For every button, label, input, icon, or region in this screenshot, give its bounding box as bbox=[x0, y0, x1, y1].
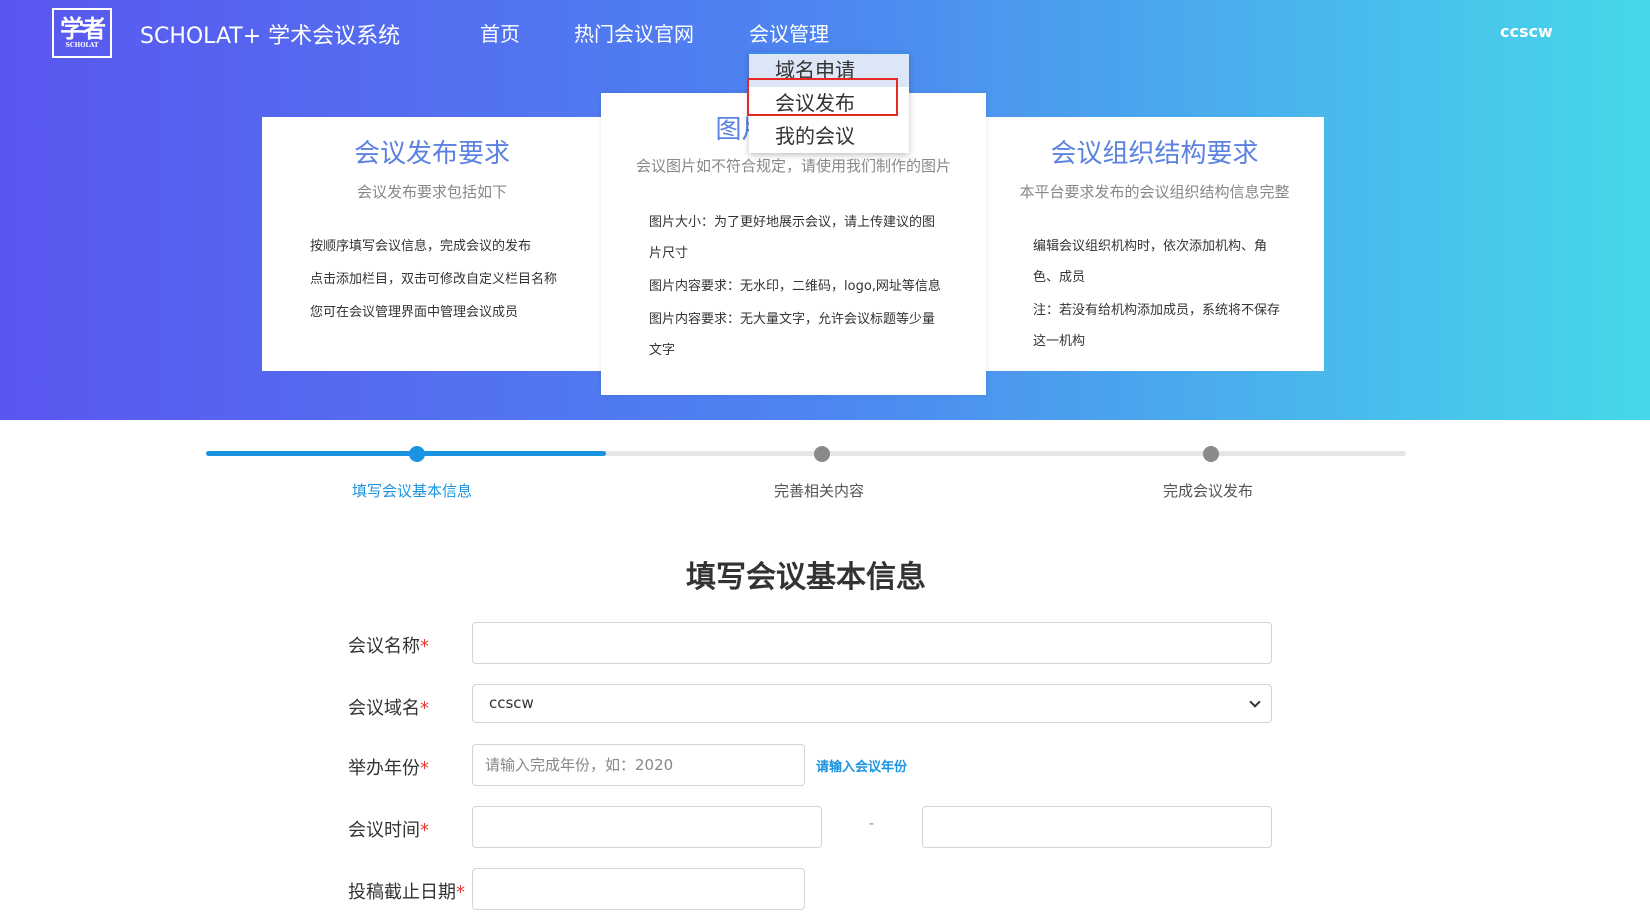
step-label-publish: 完成会议发布 bbox=[1163, 482, 1254, 500]
card-line: 色、成员 bbox=[1033, 270, 1086, 285]
required-mark: * bbox=[420, 636, 429, 657]
card-subtitle: 会议发布要求包括如下 bbox=[356, 183, 507, 201]
logo-glyph: 学者 bbox=[60, 15, 106, 43]
time-label: 会议时间* bbox=[348, 816, 429, 842]
deadline-label: 投稿截止日期* bbox=[348, 878, 465, 904]
deadline-input[interactable] bbox=[472, 868, 805, 910]
card-line: 编辑会议组织机构时，依次添加机构、角 bbox=[1033, 239, 1268, 254]
required-mark: * bbox=[456, 882, 465, 903]
progress-fill bbox=[206, 451, 606, 456]
conference-domain-select[interactable]: ccscw bbox=[472, 684, 1272, 723]
card-subtitle: 本平台要求发布的会议组织结构信息完整 bbox=[1019, 183, 1290, 201]
card-line: 注：若没有给机构添加成员，系统将不保存 bbox=[1033, 303, 1281, 318]
card-title: 会议发布要求 bbox=[353, 139, 510, 169]
conference-name-input[interactable] bbox=[472, 622, 1272, 664]
step-label-content: 完善相关内容 bbox=[774, 482, 865, 500]
required-mark: * bbox=[420, 698, 429, 719]
card-line: 按顺序填写会议信息，完成会议的发布 bbox=[310, 239, 532, 254]
start-date-input[interactable] bbox=[472, 806, 822, 848]
card-line: 图片内容要求：无水印，二维码，logo,网址等信息 bbox=[649, 279, 941, 294]
end-date-input[interactable] bbox=[922, 806, 1272, 848]
year-label: 举办年份* bbox=[348, 754, 429, 780]
required-mark: * bbox=[420, 758, 429, 779]
nav-home[interactable]: 首页 bbox=[480, 18, 520, 46]
menu-item-my-conferences[interactable]: 我的会议 bbox=[749, 120, 909, 153]
label-text: 会议域名 bbox=[348, 698, 420, 719]
hero-banner: 学者 SCHOLAT SCHOLAT+ 学术会议系统 首页 热门会议官网 会议管… bbox=[0, 0, 1650, 420]
conference-name-label: 会议名称* bbox=[348, 632, 429, 658]
menu-item-domain-apply[interactable]: 域名申请 bbox=[749, 54, 909, 87]
card-publish-requirements: 会议发布要求 会议发布要求包括如下 按顺序填写会议信息，完成会议的发布 点击添加… bbox=[262, 117, 602, 371]
year-input[interactable] bbox=[472, 744, 805, 786]
selected-value: ccscw bbox=[489, 694, 534, 712]
card-line: 片尺寸 bbox=[649, 246, 689, 261]
required-mark: * bbox=[420, 820, 429, 841]
step-dot bbox=[814, 446, 830, 462]
nav-hot-conferences[interactable]: 热门会议官网 bbox=[574, 18, 694, 46]
card-line: 点击添加栏目，双击可修改自定义栏目名称 bbox=[310, 272, 558, 287]
nav-conference-management[interactable]: 会议管理 bbox=[749, 18, 829, 46]
card-org-structure-requirements: 会议组织结构要求 本平台要求发布的会议组织结构信息完整 编辑会议组织机构时，依次… bbox=[985, 117, 1324, 371]
card-line: 您可在会议管理界面中管理会议成员 bbox=[310, 305, 519, 320]
management-dropdown: 域名申请 会议发布 我的会议 bbox=[749, 52, 909, 153]
card-subtitle: 会议图片如不符合规定，请使用我们制作的图片 bbox=[635, 157, 951, 175]
label-text: 举办年份 bbox=[348, 758, 420, 779]
step-label-basic-info: 填写会议基本信息 bbox=[352, 482, 473, 500]
label-text: 投稿截止日期 bbox=[348, 882, 456, 903]
card-line: 图片内容要求：无大量文字，允许会议标题等少量 bbox=[649, 312, 936, 327]
form-title: 填写会议基本信息 bbox=[686, 560, 926, 595]
card-line: 文字 bbox=[649, 343, 676, 358]
scholat-logo[interactable]: 学者 SCHOLAT bbox=[52, 8, 112, 58]
date-separator: - bbox=[869, 816, 875, 832]
year-hint: 请输入会议年份 bbox=[816, 760, 908, 775]
step-dot-active bbox=[409, 446, 425, 462]
label-text: 会议名称 bbox=[348, 636, 420, 657]
site-title[interactable]: SCHOLAT+ 学术会议系统 bbox=[140, 18, 400, 50]
conference-domain-label: 会议域名* bbox=[348, 694, 429, 720]
card-line: 这一机构 bbox=[1033, 334, 1086, 349]
chevron-down-icon bbox=[1249, 696, 1261, 708]
label-text: 会议时间 bbox=[348, 820, 420, 841]
menu-item-publish-conference[interactable]: 会议发布 bbox=[749, 87, 909, 120]
logo-subtext: SCHOLAT bbox=[65, 42, 99, 49]
step-dot bbox=[1203, 446, 1219, 462]
card-title: 会议组织结构要求 bbox=[1050, 139, 1259, 169]
user-menu[interactable]: ccscw bbox=[1500, 22, 1553, 41]
card-line: 图片大小：为了更好地展示会议，请上传建议的图 bbox=[649, 215, 936, 230]
